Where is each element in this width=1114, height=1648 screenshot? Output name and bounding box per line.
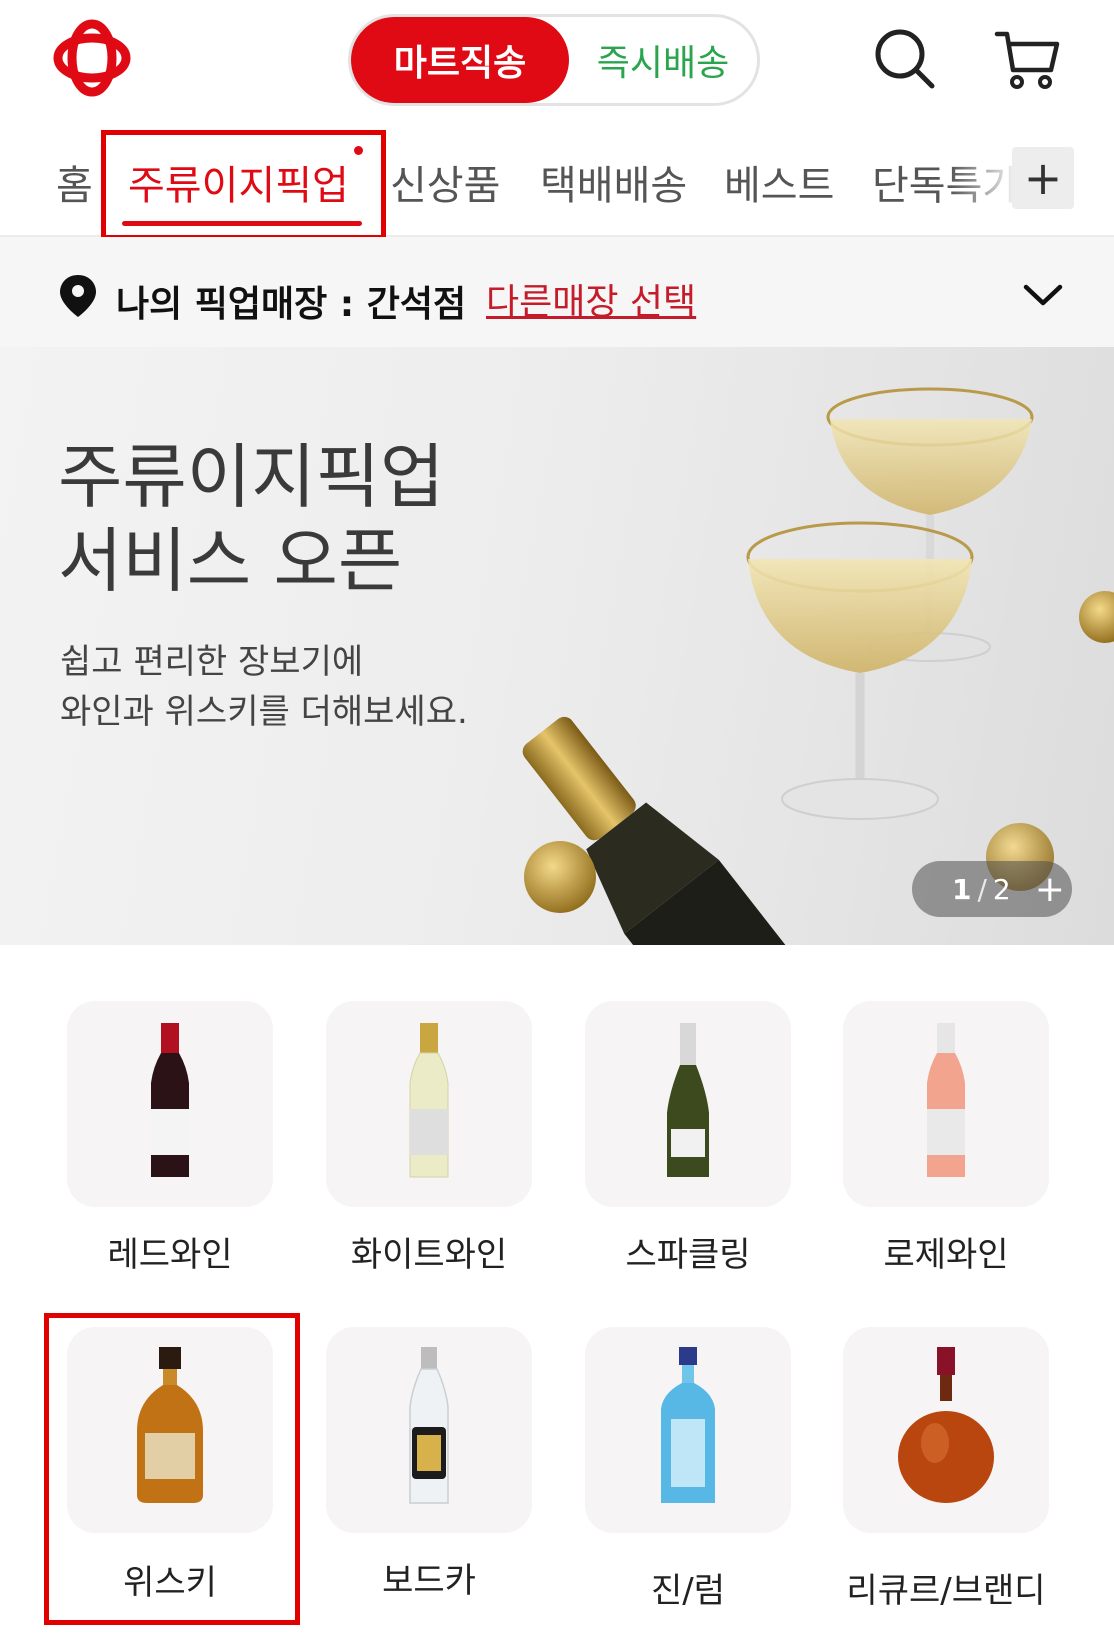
- category-tile[interactable]: [843, 1327, 1049, 1533]
- mart-delivery-option[interactable]: 마트직송: [351, 17, 569, 103]
- category-sparkling[interactable]: 스파클링: [585, 1001, 791, 1275]
- pickup-store-label: 나의 픽업매장 : 간석점: [116, 284, 467, 325]
- delivery-mode-toggle[interactable]: 마트직송 즉시배송: [348, 14, 760, 106]
- change-store-link[interactable]: 다른매장 선택: [486, 273, 696, 325]
- banner-title: 주류이지픽업 서비스 오픈: [58, 435, 444, 603]
- tab-parcel-delivery[interactable]: 택배배송: [540, 153, 687, 211]
- category-tile[interactable]: [326, 1327, 532, 1533]
- pager-current: 1: [952, 872, 972, 906]
- banner-title-line2: 서비스 오픈: [58, 520, 403, 602]
- category-label: 스파클링: [625, 1235, 751, 1275]
- category-tile[interactable]: [326, 1001, 532, 1207]
- pickup-store-bar: 나의 픽업매장 : 간석점 다른매장 선택: [0, 237, 1114, 347]
- location-pin-icon: [60, 275, 96, 317]
- highlight-box-tab: [101, 130, 386, 240]
- category-label: 리큐르/브랜디: [846, 1571, 1046, 1611]
- pager-separator: /: [977, 872, 987, 906]
- category-label: 진/럼: [650, 1571, 725, 1611]
- pager-total: 2: [992, 872, 1011, 906]
- instant-delivery-option[interactable]: 즉시배송: [569, 17, 757, 103]
- tabs-fade-overlay: [950, 125, 1020, 235]
- tab-best[interactable]: 베스트: [724, 153, 834, 211]
- tab-home[interactable]: 홈: [56, 153, 93, 211]
- category-tile[interactable]: [67, 1001, 273, 1207]
- category-red-wine[interactable]: 레드와인: [67, 1001, 273, 1275]
- gin-bottle-icon: [661, 1347, 715, 1503]
- chevron-down-icon[interactable]: [1022, 281, 1064, 309]
- banner-more-button[interactable]: +: [1035, 869, 1065, 910]
- rose-wine-bottle-icon: [927, 1023, 965, 1177]
- logo-icon[interactable]: [52, 18, 132, 98]
- banner-title-line1: 주류이지픽업: [58, 436, 445, 518]
- white-wine-bottle-icon: [409, 1023, 449, 1178]
- category-label: 화이트와인: [350, 1235, 508, 1275]
- app-header: 마트직송 즉시배송: [0, 0, 1114, 125]
- category-label: 로제와인: [883, 1235, 1009, 1275]
- tabs-more-button[interactable]: +: [1012, 147, 1074, 209]
- category-tile[interactable]: [585, 1001, 791, 1207]
- category-label: 레드와인: [107, 1235, 233, 1275]
- category-tile[interactable]: [585, 1327, 791, 1533]
- category-white-wine[interactable]: 화이트와인: [326, 1001, 532, 1275]
- cart-icon[interactable]: [993, 24, 1063, 94]
- brandy-bottle-icon: [898, 1347, 994, 1503]
- category-gin-rum[interactable]: 진/럼: [585, 1327, 791, 1611]
- sparkling-wine-bottle-icon: [667, 1023, 709, 1177]
- highlight-box-whisky: [44, 1313, 300, 1625]
- category-tile[interactable]: [843, 1001, 1049, 1207]
- category-label: 보드카: [382, 1561, 476, 1601]
- search-icon[interactable]: [870, 24, 940, 94]
- banner-subtitle: 쉽고 편리한 장보기에 와인과 위스키를 더해보세요.: [60, 637, 468, 737]
- champagne-glasses-image: [522, 387, 1114, 945]
- category-vodka[interactable]: 보드카: [326, 1327, 532, 1601]
- banner-pager[interactable]: 1 / 2 +: [912, 861, 1072, 917]
- vodka-bottle-icon: [409, 1347, 449, 1504]
- banner-subtitle-line2: 와인과 위스키를 더해보세요.: [60, 692, 468, 732]
- tab-new-products[interactable]: 신상품: [390, 153, 500, 211]
- category-rose-wine[interactable]: 로제와인: [843, 1001, 1049, 1275]
- banner-subtitle-line1: 쉽고 편리한 장보기에: [60, 642, 364, 682]
- category-liqueur-brandy[interactable]: 리큐르/브랜디: [843, 1327, 1049, 1611]
- red-wine-bottle-icon: [151, 1023, 189, 1177]
- promo-banner[interactable]: 주류이지픽업 서비스 오픈 쉽고 편리한 장보기에 와인과 위스키를 더해보세요…: [0, 347, 1114, 945]
